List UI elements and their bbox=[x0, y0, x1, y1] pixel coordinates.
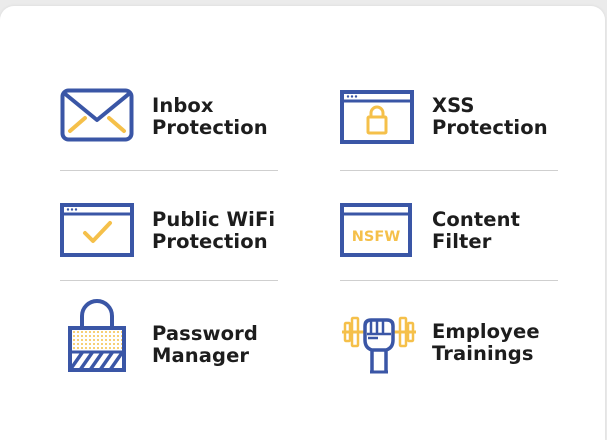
padlock-icon bbox=[68, 299, 126, 372]
feature-label: Public WiFi Protection bbox=[152, 208, 276, 253]
feature-label: Inbox Protection bbox=[152, 94, 268, 139]
divider bbox=[60, 280, 278, 281]
browser-lock-icon bbox=[340, 90, 414, 144]
divider bbox=[60, 170, 278, 171]
feature-label: Employee Trainings bbox=[432, 320, 540, 365]
browser-check-icon bbox=[60, 203, 134, 257]
nsfw-browser-icon: NSFW bbox=[340, 203, 412, 257]
divider bbox=[340, 170, 558, 171]
feature-label: XSS Protection bbox=[432, 94, 548, 139]
envelope-icon bbox=[60, 88, 134, 142]
divider bbox=[340, 280, 558, 281]
feature-label: Content Filter bbox=[432, 208, 521, 253]
features-card: Inbox Protection XSS Protection Public W… bbox=[0, 6, 605, 440]
feature-label: Password Manager bbox=[152, 322, 258, 367]
fist-dumbbell-icon bbox=[342, 316, 416, 374]
nsfw-label: NSFW bbox=[352, 229, 400, 245]
